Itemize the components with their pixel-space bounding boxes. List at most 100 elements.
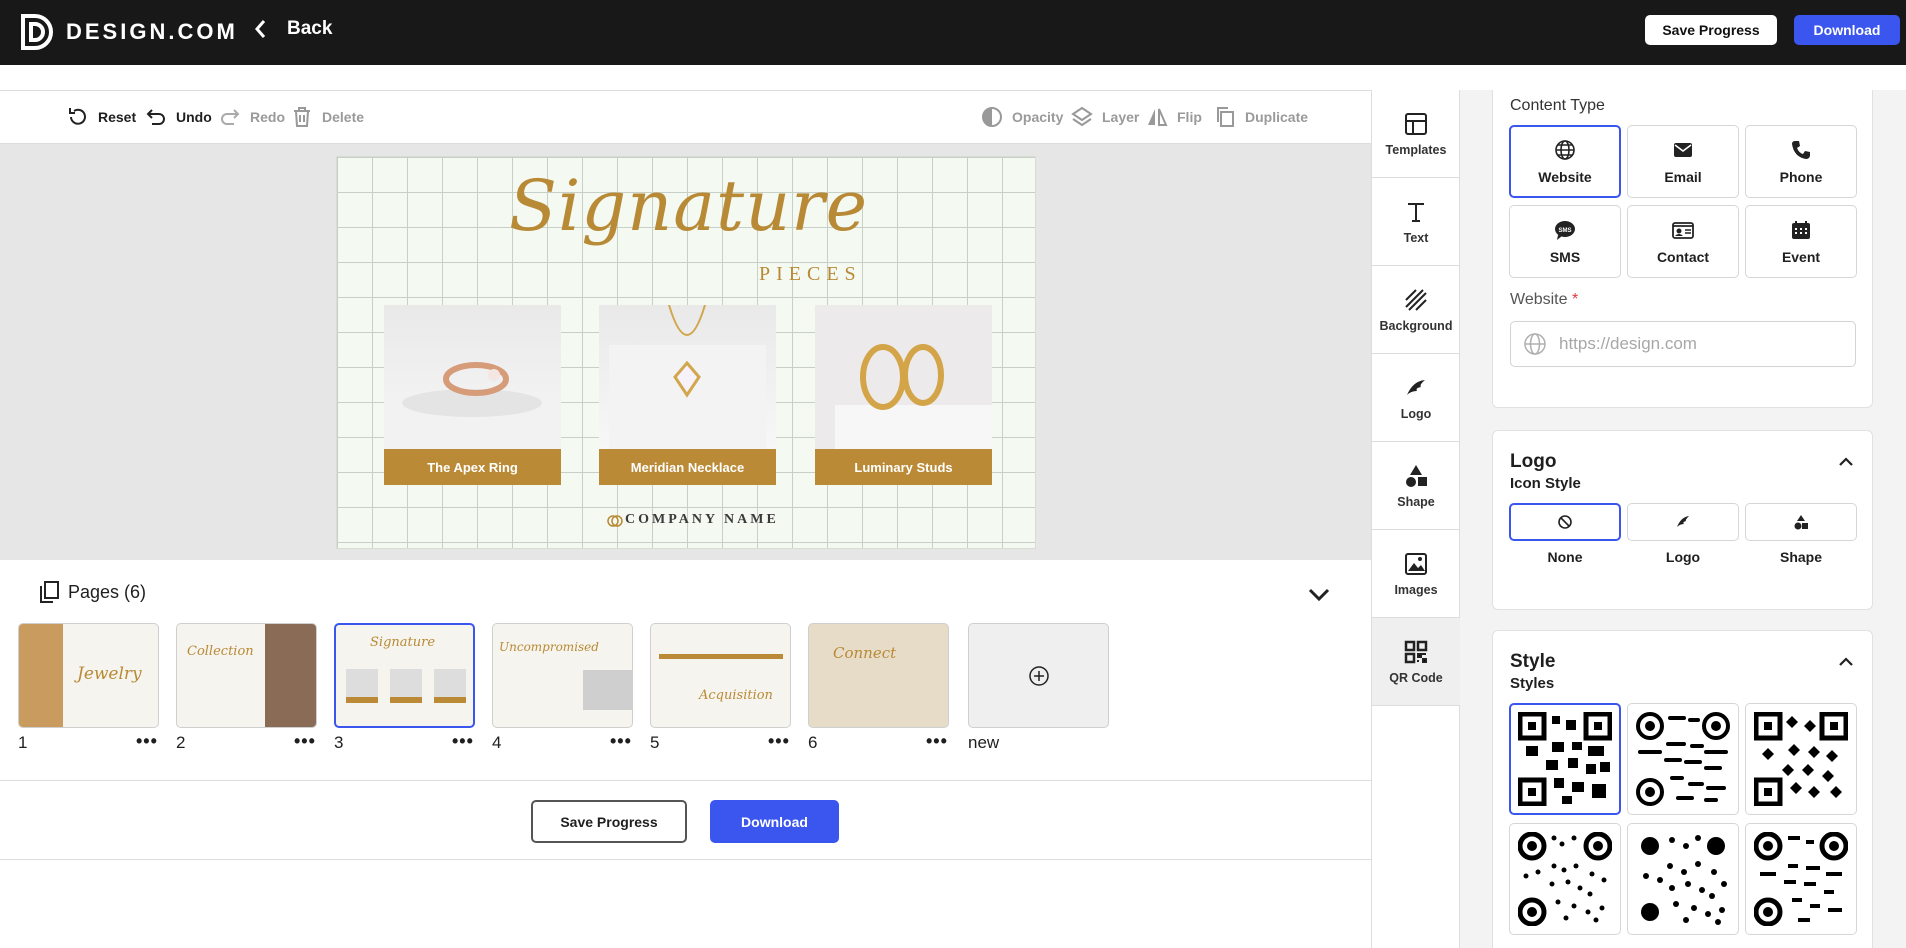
undo-button[interactable]: Undo [144,105,212,129]
canvas-area: Signature PIECES The Apex Ring Meridian … [0,144,1371,560]
product-label[interactable]: The Apex Ring [384,449,561,485]
thumb-product [346,669,378,703]
duplicate-button[interactable]: Duplicate [1213,105,1308,129]
website-field-label: Website * [1510,291,1578,309]
qr-style-option-4[interactable] [1509,823,1621,935]
page-number: 4 [492,733,502,752]
qr-square-icon [1518,712,1612,806]
chevron-up-icon[interactable] [1837,655,1855,667]
website-url-input[interactable] [1559,334,1849,354]
page-thumbnail-1[interactable]: Jewelry [18,623,159,728]
qr-style-option-6[interactable] [1745,823,1857,935]
artboard-subtitle[interactable]: PIECES [759,263,862,286]
option-label: Contact [1656,248,1710,265]
tab-qr-code[interactable]: QR Code [1372,618,1460,706]
thumb-product [390,669,422,703]
content-type-sms[interactable]: SMS SMS [1509,205,1621,278]
product-photo[interactable] [599,304,776,449]
ring-image [384,362,561,449]
brand-name: DESIGN.COM [66,19,238,44]
svg-text:SMS: SMS [1558,228,1571,234]
page-more-button[interactable]: ••• [136,731,158,752]
qr-mixed-icon [1754,832,1848,926]
reset-label: Reset [98,109,137,125]
add-page-button[interactable] [968,623,1109,728]
page-more-button[interactable]: ••• [452,731,474,752]
tab-label: Images [1394,582,1438,597]
qr-dots-icon [1518,832,1612,926]
product-label[interactable]: Meridian Necklace [599,449,776,485]
content-type-phone[interactable]: Phone [1745,125,1857,198]
tab-background[interactable]: Background [1372,266,1460,354]
back-button[interactable]: Back [253,18,332,40]
background-icon [1405,288,1427,311]
page-number: 3 [334,733,344,752]
layer-button[interactable]: Layer [1070,105,1139,129]
product-card[interactable]: Meridian Necklace [599,304,776,485]
qr-style-option-3[interactable] [1745,703,1857,815]
pages-heading-text: Pages (6) [68,581,147,602]
artboard-title[interactable]: Signature [509,165,868,247]
templates-icon [1405,112,1427,135]
qr-style-option-1[interactable] [1509,703,1621,815]
styles-label: Styles [1510,675,1555,692]
website-input-wrapper[interactable] [1510,321,1856,367]
content-type-event[interactable]: Event [1745,205,1857,278]
opacity-button[interactable]: Opacity [980,105,1063,129]
delete-label: Delete [322,109,365,125]
page-more-button[interactable]: ••• [610,731,632,752]
tab-label: Shape [1397,494,1435,509]
option-label: Website [1538,168,1592,185]
page-more-button[interactable]: ••• [768,731,790,752]
content-type-website[interactable]: Website [1509,125,1621,198]
brand[interactable]: DESIGN.COM [20,13,238,51]
tab-shape[interactable]: Shape [1372,442,1460,530]
download-button-bottom[interactable]: Download [710,800,839,843]
tab-images[interactable]: Images [1372,530,1460,618]
page-thumbnail-3[interactable]: Signature [334,623,475,728]
earrings-image [815,305,992,449]
pages-icon [40,581,59,603]
content-type-email[interactable]: Email [1627,125,1739,198]
qr-star-icon [1641,835,1727,925]
icon-style-shape[interactable] [1745,503,1857,541]
company-name[interactable]: COMPANY NAME [607,512,779,528]
product-label[interactable]: Luminary Studs [815,449,992,485]
page-thumbnail-4[interactable]: Uncompromised [492,623,633,728]
tab-templates[interactable]: Templates [1372,90,1460,178]
qr-style-option-5[interactable] [1627,823,1739,935]
tab-label: Templates [1385,142,1447,157]
save-progress-button[interactable]: Save Progress [1645,15,1777,45]
chevron-up-icon[interactable] [1837,455,1855,467]
product-photo[interactable] [384,305,561,449]
icon-style-logo[interactable] [1627,503,1739,541]
company-name-text: COMPANY NAME [625,512,779,527]
trash-icon [294,107,310,127]
page-thumbnail-6[interactable]: Connect [808,623,949,728]
pages-heading: Pages (6) [38,580,146,604]
content-type-contact[interactable]: Contact [1627,205,1739,278]
delete-button[interactable]: Delete [290,105,364,129]
qr-style-option-2[interactable] [1627,703,1739,815]
icon-style-none[interactable] [1509,503,1621,541]
redo-button[interactable]: Redo [218,105,285,129]
flip-label: Flip [1177,109,1202,125]
tab-logo[interactable]: Logo [1372,354,1460,442]
contact-card-icon [1672,221,1694,239]
tab-text[interactable]: Text [1372,178,1460,266]
logo-icon [1677,516,1689,527]
chevron-down-icon[interactable] [1306,584,1332,604]
page-more-button[interactable]: ••• [926,731,948,752]
design-artboard[interactable]: Signature PIECES The Apex Ring Meridian … [336,156,1036,549]
page-more-button[interactable]: ••• [294,731,316,752]
download-button[interactable]: Download [1794,15,1900,45]
page-thumbnail-5[interactable]: Acquisition [650,623,791,728]
product-card[interactable]: Luminary Studs [815,305,992,485]
product-card[interactable]: The Apex Ring [384,305,561,485]
page-thumbnail-2[interactable]: Collection [176,623,317,728]
flip-button[interactable]: Flip [1145,105,1202,129]
thumb-title: Jewelry [77,664,142,684]
reset-button[interactable]: Reset [66,105,136,129]
save-progress-button-bottom[interactable]: Save Progress [531,800,687,843]
product-photo[interactable] [815,305,992,449]
